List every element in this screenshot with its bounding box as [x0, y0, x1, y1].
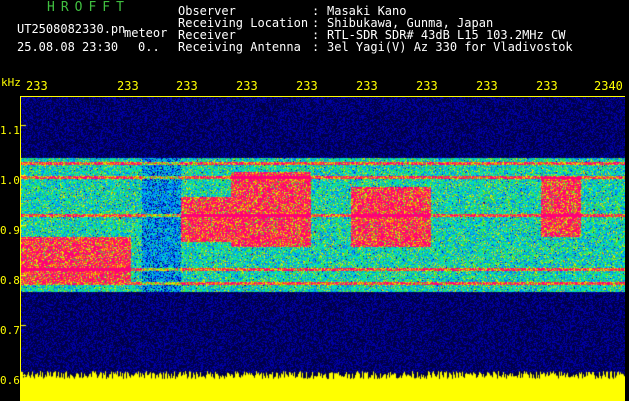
- y-tick-label: 1.1: [0, 124, 20, 137]
- x-tick-label: 2340: [594, 79, 623, 93]
- x-tick-label: 233: [26, 79, 48, 93]
- x-tick-label: 233: [236, 79, 258, 93]
- x-tick-label: 233: [416, 79, 438, 93]
- y-tick-label: 0.6: [0, 374, 20, 387]
- colon: :: [312, 40, 320, 54]
- x-tick-label: 233: [356, 79, 378, 93]
- spectrogram-panel: [20, 96, 625, 401]
- x-tick-label: 233: [176, 79, 198, 93]
- label-antenna: Receiving Antenna: [178, 40, 301, 54]
- x-tick-label: 233: [536, 79, 558, 93]
- meteor-label: meteor: [124, 26, 168, 40]
- y-unit-label: kHz: [1, 76, 21, 89]
- y-tick-label: 1.0: [0, 174, 20, 187]
- y-tick-label: 0.8: [0, 274, 20, 287]
- x-tick-label: 233: [117, 79, 139, 93]
- y-tick-label: 0.7: [0, 324, 20, 337]
- y-tick-label: 0.9: [0, 224, 20, 237]
- file-name: UT2508082330.pn: [17, 22, 126, 36]
- count-value: 0..: [138, 40, 160, 54]
- spectrogram-image: [21, 97, 625, 401]
- value-antenna: 3el Yagi(V) Az 330 for Vladivostok: [327, 40, 573, 54]
- x-tick-label: 233: [476, 79, 498, 93]
- datetime: 25.08.08 23:30: [17, 40, 119, 54]
- brand-title: HROFFT: [47, 0, 130, 15]
- x-tick-label: 233: [296, 79, 318, 93]
